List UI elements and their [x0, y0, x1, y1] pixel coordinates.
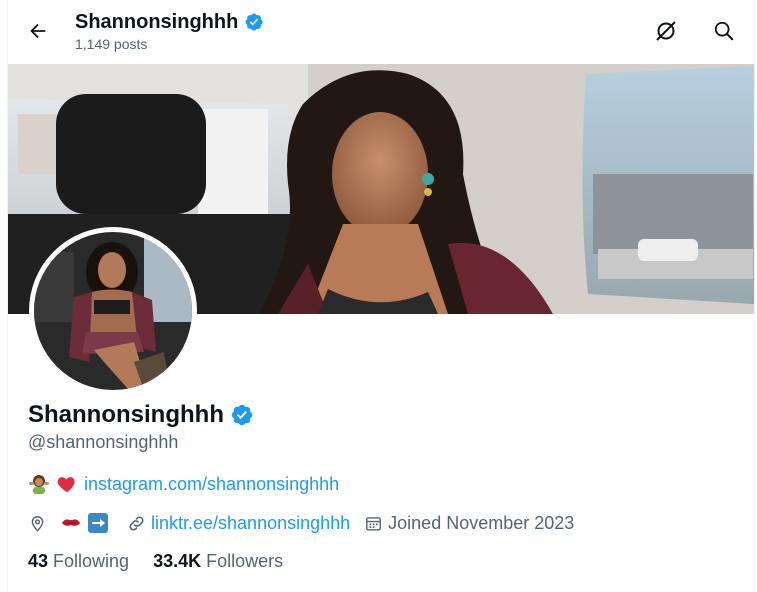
profile-info: Shannonsinghhh @shannonsinghhh instagram… [28, 400, 738, 572]
profile-avatar[interactable] [29, 227, 197, 395]
slashed-circle-icon [656, 21, 676, 41]
verified-badge-icon[interactable] [230, 403, 254, 427]
display-name: Shannonsinghhh [28, 401, 224, 428]
followers-count: 33.4K [153, 551, 202, 571]
follow-stats: 43 Following 33.4K Followers [28, 551, 738, 572]
following-link[interactable]: 43 Following [28, 551, 129, 572]
bio-instagram-link[interactable]: instagram.com/shannonsinghhh [84, 474, 339, 495]
followers-label: Followers [206, 551, 284, 571]
avatar-photo [34, 232, 192, 390]
header-title: Shannonsinghhh [75, 11, 239, 33]
kiss-mark-emoji-icon [60, 512, 82, 534]
name-row: Shannonsinghhh [28, 400, 738, 430]
main-column: Shannonsinghhh 1,149 posts Shannonsinghh… [7, 0, 755, 592]
link-icon [129, 515, 144, 531]
search-icon [714, 21, 734, 41]
profile-header-bar: Shannonsinghhh 1,149 posts [8, 0, 754, 63]
search-button[interactable] [709, 16, 739, 46]
website[interactable]: linktr.ee/shannonsinghhh [127, 513, 350, 534]
grok-button[interactable] [651, 16, 681, 46]
calendar-icon [366, 516, 382, 531]
following-count: 43 [28, 551, 49, 571]
right-arrow-emoji-icon [87, 512, 109, 534]
woman-gesturing-emoji-icon [28, 473, 50, 495]
location [28, 512, 109, 534]
join-date: Joined November 2023 [364, 513, 574, 534]
header-title-block: Shannonsinghhh 1,149 posts [75, 10, 264, 52]
website-link[interactable]: linktr.ee/shannonsinghhh [151, 513, 350, 534]
back-button[interactable] [23, 16, 53, 46]
followers-link[interactable]: 33.4K Followers [153, 551, 283, 572]
post-count: 1,149 posts [75, 36, 148, 52]
join-date-text: Joined November 2023 [388, 512, 575, 533]
bio: instagram.com/shannonsinghhh [28, 473, 738, 495]
handle: @shannonsinghhh [28, 432, 179, 452]
profile-meta: linktr.ee/shannonsinghhh Joined November… [28, 512, 738, 534]
profile-page: Shannonsinghhh 1,149 posts Shannonsinghh… [0, 0, 757, 592]
arrow-left-icon [30, 23, 46, 39]
verified-badge-icon [245, 13, 263, 31]
red-heart-emoji-icon [56, 473, 78, 495]
following-label: Following [53, 551, 130, 571]
location-pin-icon [31, 515, 44, 532]
